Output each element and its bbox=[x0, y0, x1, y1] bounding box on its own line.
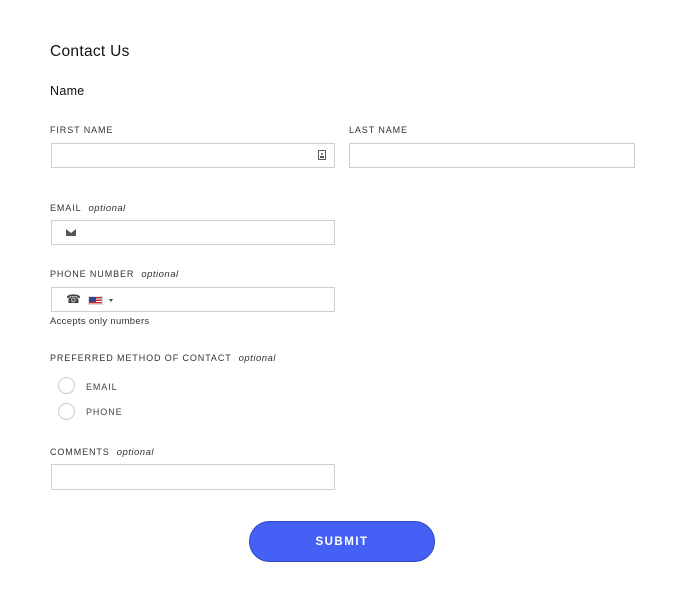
phone-optional-tag: optional bbox=[141, 269, 179, 280]
radio-email-label[interactable]: EMAIL bbox=[86, 382, 118, 392]
phone-input[interactable]: ☎ bbox=[51, 287, 335, 312]
phone-label-text: PHONE NUMBER bbox=[50, 269, 135, 279]
comments-label-text: COMMENTS bbox=[50, 447, 110, 457]
contact-card-icon[interactable] bbox=[318, 150, 326, 160]
comments-label: COMMENTS optional bbox=[50, 447, 154, 458]
last-name-input[interactable] bbox=[349, 143, 635, 168]
comments-input[interactable] bbox=[51, 464, 335, 490]
email-label-text: EMAIL bbox=[50, 203, 82, 213]
caret-down-icon[interactable] bbox=[109, 299, 113, 302]
phone-icon: ☎ bbox=[66, 292, 81, 306]
us-flag-icon[interactable] bbox=[88, 296, 103, 305]
comments-optional-tag: optional bbox=[116, 447, 154, 458]
contact-method-optional-tag: optional bbox=[238, 353, 276, 364]
first-name-label: FIRST NAME bbox=[50, 125, 114, 135]
radio-email[interactable] bbox=[58, 377, 75, 394]
contact-method-label-text: PREFERRED METHOD OF CONTACT bbox=[50, 353, 232, 363]
phone-label: PHONE NUMBER optional bbox=[50, 269, 179, 280]
email-input[interactable] bbox=[51, 220, 335, 245]
name-section-heading: Name bbox=[50, 84, 85, 98]
radio-phone-label[interactable]: PHONE bbox=[86, 407, 123, 417]
radio-phone[interactable] bbox=[58, 403, 75, 420]
contact-method-label: PREFERRED METHOD OF CONTACT optional bbox=[50, 353, 276, 364]
email-optional-tag: optional bbox=[88, 203, 126, 214]
envelope-icon bbox=[66, 229, 76, 236]
submit-button[interactable]: SUBMIT bbox=[249, 521, 435, 562]
email-label: EMAIL optional bbox=[50, 203, 126, 214]
last-name-label: LAST NAME bbox=[349, 125, 408, 135]
email-prefix bbox=[52, 221, 88, 244]
form-title: Contact Us bbox=[50, 43, 130, 60]
first-name-input[interactable] bbox=[51, 143, 335, 168]
phone-hint: Accepts only numbers bbox=[50, 316, 150, 327]
